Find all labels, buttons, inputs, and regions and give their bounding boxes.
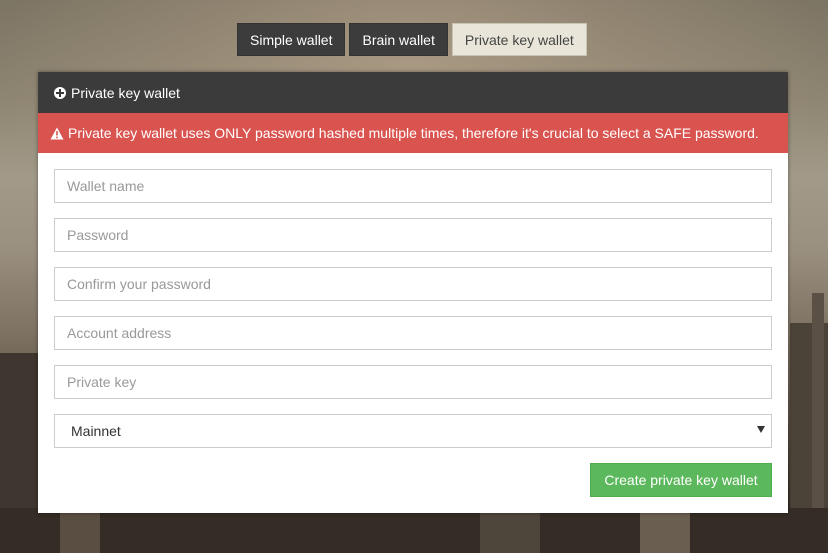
tab-brain-wallet[interactable]: Brain wallet	[349, 23, 448, 56]
network-select-value: Mainnet	[71, 423, 121, 439]
private-key-input[interactable]	[54, 365, 772, 399]
private-key-wallet-panel: Private key wallet Private key wallet us…	[38, 72, 788, 513]
warning-alert-text: Private key wallet uses ONLY password ha…	[68, 125, 759, 141]
confirm-password-input[interactable]	[54, 267, 772, 301]
tab-private-key-wallet[interactable]: Private key wallet	[451, 23, 587, 56]
account-address-input[interactable]	[54, 316, 772, 350]
create-private-key-wallet-button[interactable]: Create private key wallet	[590, 463, 772, 497]
wallet-form: Mainnet Create private key wallet	[38, 153, 788, 497]
tab-simple-wallet[interactable]: Simple wallet	[237, 23, 346, 56]
warning-alert: Private key wallet uses ONLY password ha…	[38, 113, 788, 153]
form-actions: Create private key wallet	[54, 463, 772, 497]
panel-title: Private key wallet	[71, 84, 180, 101]
plus-circle-icon	[54, 86, 66, 99]
warning-icon	[50, 127, 64, 139]
wallet-name-input[interactable]	[54, 169, 772, 203]
chevron-down-icon	[757, 426, 765, 433]
wallet-type-tabs: Simple wallet Brain wallet Private key w…	[237, 23, 587, 56]
password-input[interactable]	[54, 218, 772, 252]
panel-header: Private key wallet	[38, 72, 788, 113]
network-select[interactable]: Mainnet	[54, 414, 772, 448]
